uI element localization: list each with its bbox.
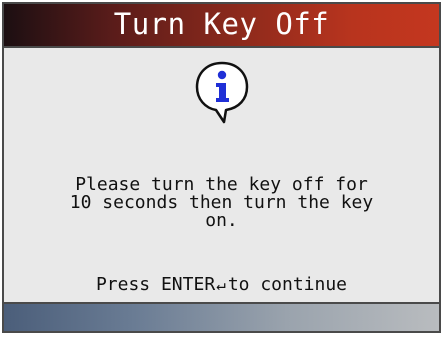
- prompt-text-start: Press ENTER: [95, 274, 216, 295]
- status-bar: [4, 304, 439, 331]
- message-panel: Please turn the key off for 10 seconds t…: [4, 48, 439, 295]
- screen-title: Turn Key Off: [113, 7, 330, 41]
- message-line: on.: [205, 210, 238, 231]
- prompt-text-end: to continue: [227, 274, 348, 295]
- scan-tool-screen: Turn Key Off Please turn the key off for…: [2, 2, 441, 333]
- instruction-message: Please turn the key off for 10 seconds t…: [4, 176, 439, 230]
- title-bar: Turn Key Off: [4, 4, 439, 48]
- continue-prompt: Press ENTER↵ to continue: [4, 275, 439, 295]
- enter-key-icon: ↵: [216, 275, 226, 294]
- info-speech-bubble-icon: [195, 61, 249, 124]
